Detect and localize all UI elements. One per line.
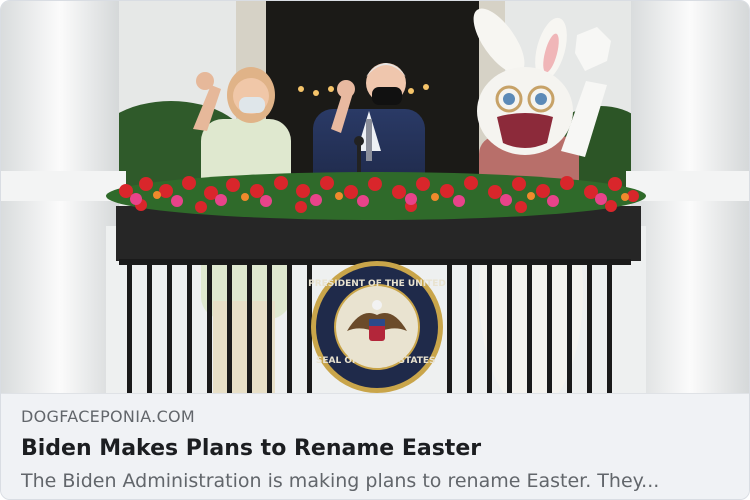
flowers (106, 172, 646, 220)
seal-right-text: STATES (399, 356, 436, 366)
preview-image[interactable]: PRESIDENT OF THE UNITED SEAL OF STATES (1, 1, 749, 393)
article-description: The Biden Administration is making plans… (21, 470, 660, 492)
link-preview-card[interactable]: PRESIDENT OF THE UNITED SEAL OF STATES D… (0, 0, 750, 500)
source-domain: DOGFACEPONIA.COM (21, 407, 196, 426)
balcony-photo: PRESIDENT OF THE UNITED SEAL OF STATES (1, 1, 749, 393)
article-title[interactable]: Biden Makes Plans to Rename Easter (21, 434, 729, 464)
seal-left-text: SEAL OF (316, 356, 358, 366)
preview-meta[interactable]: DOGFACEPONIA.COM Biden Makes Plans to Re… (1, 393, 749, 499)
seal-top-text: PRESIDENT OF THE UNITED (308, 279, 446, 289)
